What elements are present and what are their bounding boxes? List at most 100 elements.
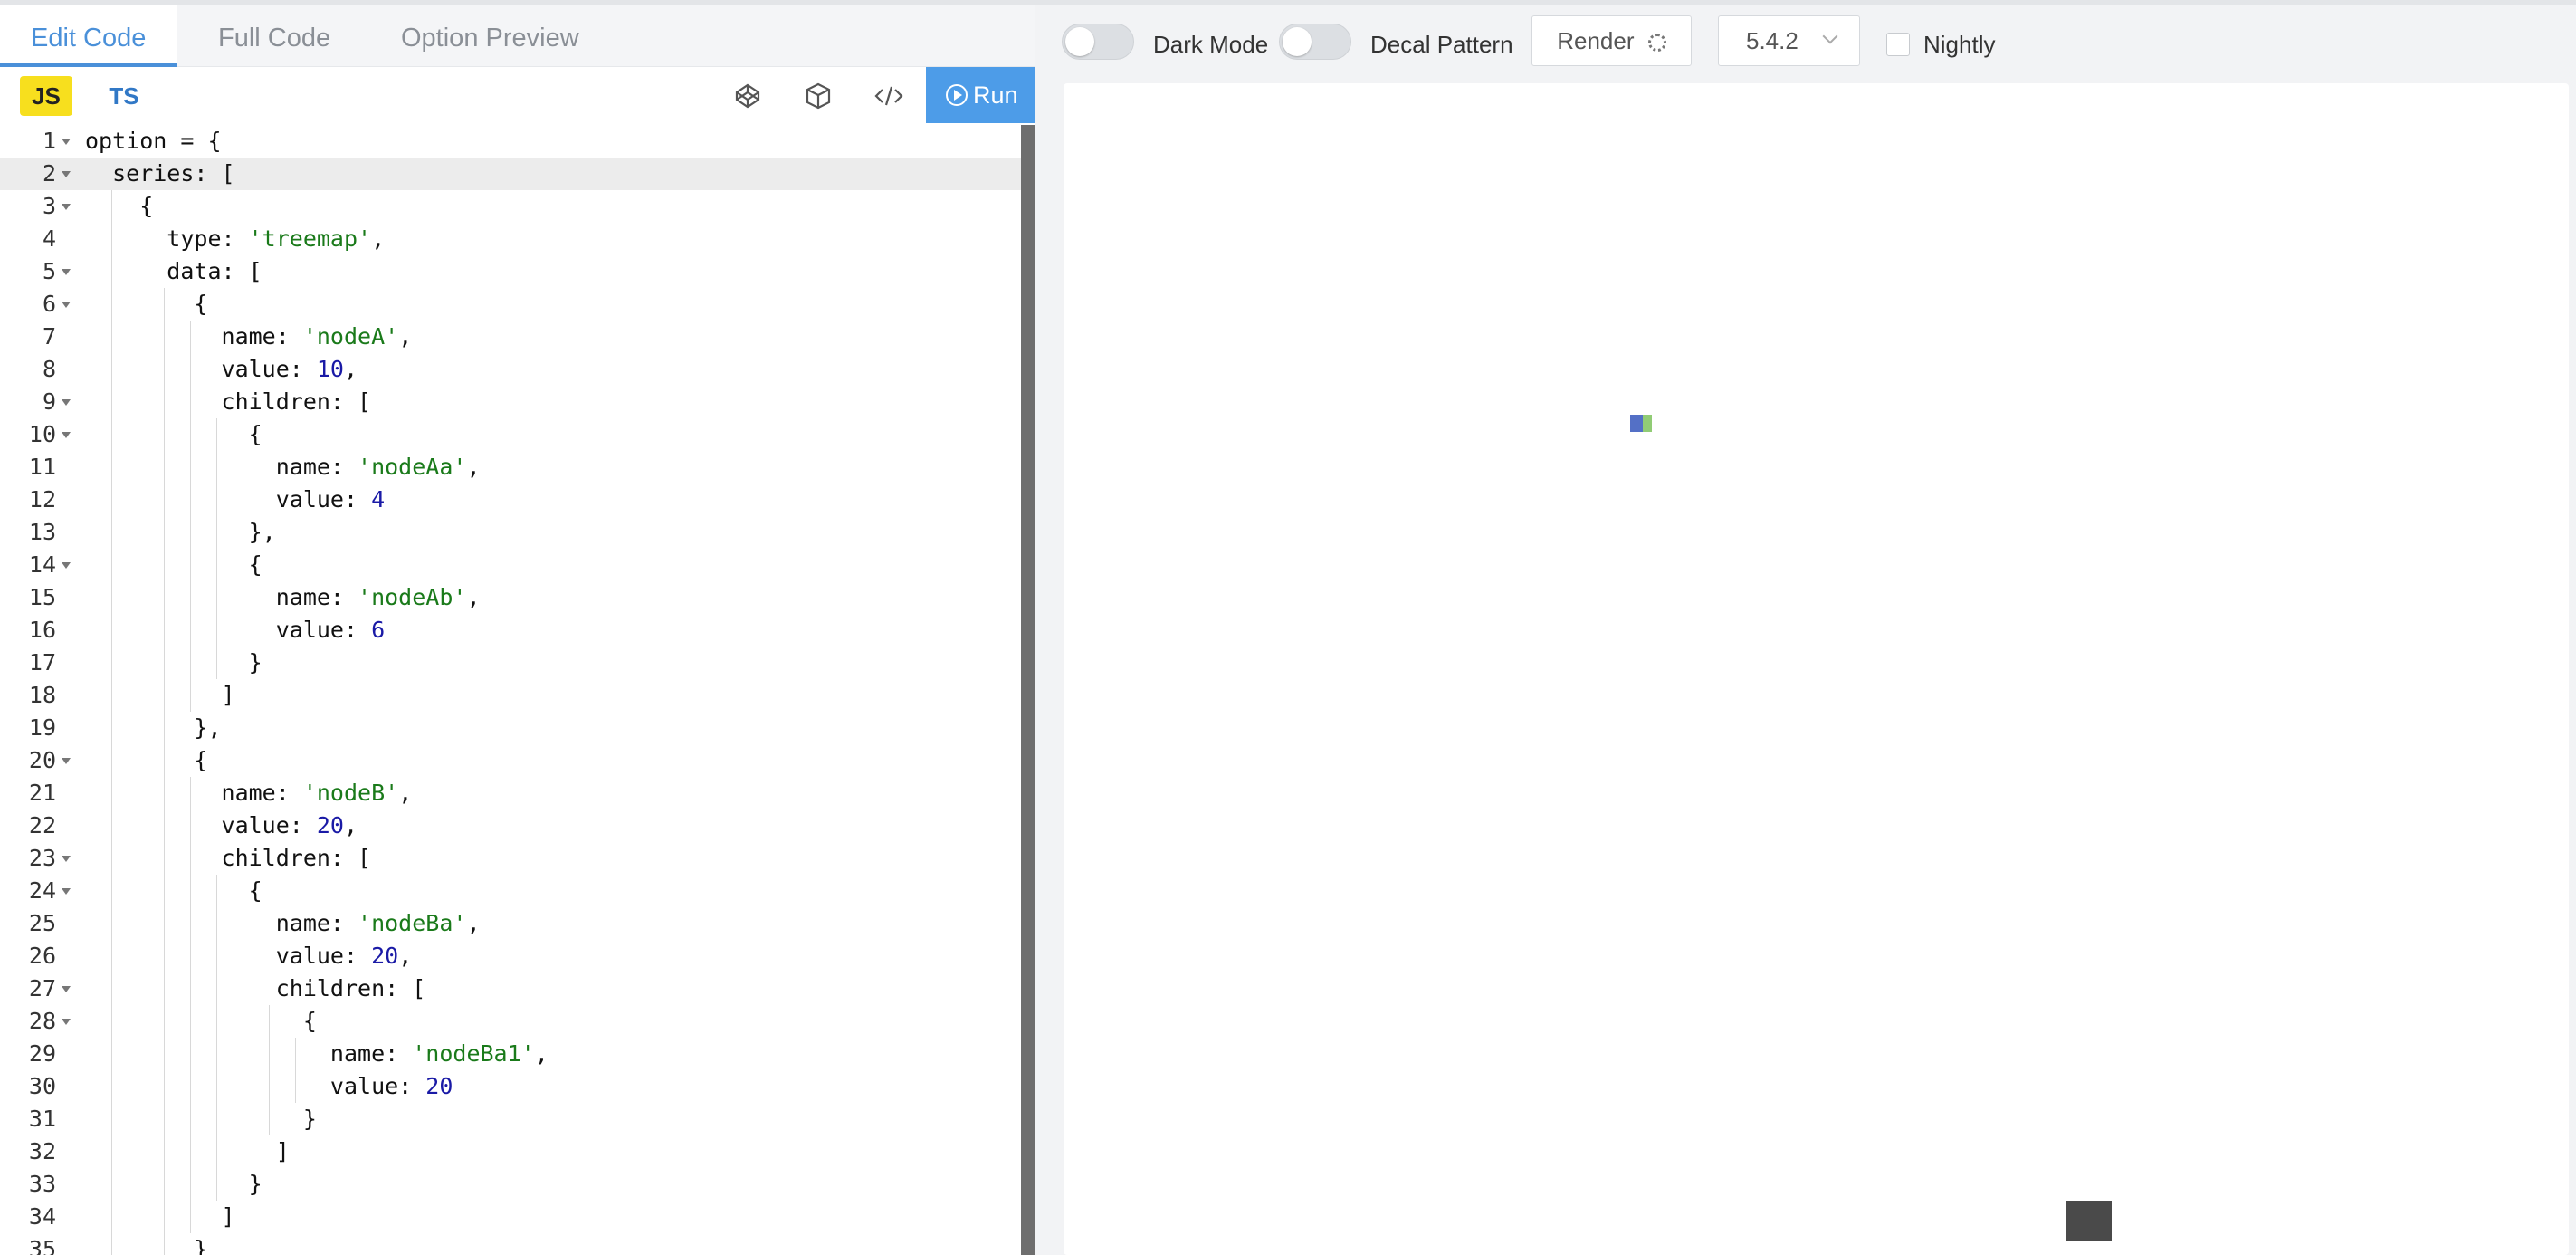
render-label: Render [1557,27,1635,54]
code-line[interactable]: 13 }, [0,516,1021,549]
code-line[interactable]: 5 data: [ [0,255,1021,288]
preview-toolbar: Dark Mode Decal Pattern Render 5.4.2 Nig… [1035,5,2576,74]
code-line[interactable]: 4 type: 'treemap', [0,223,1021,255]
code-text: value: 20, [85,943,413,969]
code-line[interactable]: 26 value: 20, [0,940,1021,972]
code-text: } [85,1106,317,1132]
code-text: } [85,649,262,675]
code-line[interactable]: 22 value: 20, [0,810,1021,842]
fold-arrow-icon[interactable] [62,399,71,406]
code-line[interactable]: 8 value: 10, [0,353,1021,386]
nightly-checkbox[interactable] [1886,33,1910,56]
code-line[interactable]: 27 children: [ [0,972,1021,1005]
js-language-button[interactable]: JS [20,76,72,116]
tab-edit-code[interactable]: Edit Code [0,5,177,67]
tab-full-code[interactable]: Full Code [218,5,330,67]
codepen-icon[interactable] [730,78,766,114]
code-line[interactable]: 35 } [0,1233,1021,1255]
code-line[interactable]: 9 children: [ [0,386,1021,418]
dark-mode-toggle[interactable] [1062,24,1134,60]
fold-arrow-icon[interactable] [62,204,71,210]
code-text: { [85,193,154,219]
code-line[interactable]: 23 children: [ [0,842,1021,875]
code-text: ] [85,1203,235,1230]
code-line[interactable]: 34 ] [0,1201,1021,1233]
treemap-node-blue[interactable] [1630,415,1643,432]
ts-language-button[interactable]: TS [101,76,147,116]
version-value: 5.4.2 [1746,27,1798,54]
code-line[interactable]: 32 ] [0,1135,1021,1168]
line-number: 35 [28,1236,56,1255]
code-line[interactable]: 12 value: 4 [0,484,1021,516]
fold-arrow-icon[interactable] [62,856,71,862]
fold-arrow-icon[interactable] [62,432,71,438]
embed-code-icon[interactable] [871,78,907,114]
fold-arrow-icon[interactable] [62,139,71,145]
fold-arrow-icon[interactable] [62,888,71,895]
code-line[interactable]: 14 { [0,549,1021,581]
code-line[interactable]: 28 { [0,1005,1021,1038]
code-line[interactable]: 20 { [0,744,1021,777]
code-line[interactable]: 6 { [0,288,1021,321]
code-line[interactable]: 29 name: 'nodeBa1', [0,1038,1021,1070]
code-line[interactable]: 11 name: 'nodeAa', [0,451,1021,484]
line-number: 3 [42,193,56,219]
editor-scrollbar[interactable] [1021,125,1035,1255]
dark-mode-label: Dark Mode [1153,31,1269,58]
line-number: 17 [28,649,56,675]
line-number: 11 [28,454,56,480]
line-number: 16 [28,617,56,643]
code-line[interactable]: 21 name: 'nodeB', [0,777,1021,810]
code-text: children: [ [85,975,426,1001]
fold-arrow-icon[interactable] [62,562,71,569]
gear-icon [1647,34,1666,52]
code-line[interactable]: 7 name: 'nodeA', [0,321,1021,353]
code-editor[interactable]: 1 option = {2 series: [3 {4 type: 'treema… [0,125,1021,1255]
treemap-breadcrumb[interactable] [2066,1201,2112,1241]
fold-arrow-icon[interactable] [62,986,71,992]
line-number: 23 [28,845,56,871]
code-line[interactable]: 1 option = { [0,125,1021,158]
line-number: 26 [28,943,56,969]
treemap-node-green[interactable] [1643,415,1652,432]
code-line[interactable]: 24 { [0,875,1021,907]
fold-arrow-icon[interactable] [62,269,71,275]
fold-arrow-icon[interactable] [62,171,71,177]
code-text: children: [ [85,845,372,871]
code-line[interactable]: 19 }, [0,712,1021,744]
code-line[interactable]: 17 } [0,647,1021,679]
render-button[interactable]: Render [1531,15,1692,66]
code-line[interactable]: 30 value: 20 [0,1070,1021,1103]
fold-arrow-icon[interactable] [62,1019,71,1025]
code-line[interactable]: 3 { [0,190,1021,223]
line-number: 4 [42,225,56,252]
code-panel: Edit Code Full Code Option Preview JS TS… [0,5,1035,1255]
fold-arrow-icon[interactable] [62,758,71,764]
code-line[interactable]: 33 } [0,1168,1021,1201]
code-line[interactable]: 31 } [0,1103,1021,1135]
run-label: Run [973,81,1018,109]
line-number: 28 [28,1008,56,1034]
codesandbox-icon[interactable] [800,78,836,114]
code-line[interactable]: 16 value: 6 [0,614,1021,647]
version-select[interactable]: 5.4.2 [1718,15,1860,66]
code-line[interactable]: 18 ] [0,679,1021,712]
fold-arrow-icon[interactable] [62,302,71,308]
code-text: }, [85,714,222,741]
code-line[interactable]: 25 name: 'nodeBa', [0,907,1021,940]
line-number: 13 [28,519,56,545]
code-text: name: 'nodeAa', [85,454,481,480]
run-button[interactable]: Run [926,67,1035,123]
line-number: 27 [28,975,56,1001]
line-number: 6 [42,291,56,317]
tab-option-preview[interactable]: Option Preview [401,5,579,67]
decal-pattern-toggle[interactable] [1279,24,1351,60]
code-line[interactable]: 15 name: 'nodeAb', [0,581,1021,614]
line-number: 1 [42,128,56,154]
code-text: value: 4 [85,486,386,513]
code-text: } [85,1171,262,1197]
chart-canvas[interactable] [1064,83,2569,1255]
code-text: data: [ [85,258,262,284]
code-line[interactable]: 2 series: [ [0,158,1021,190]
code-line[interactable]: 10 { [0,418,1021,451]
